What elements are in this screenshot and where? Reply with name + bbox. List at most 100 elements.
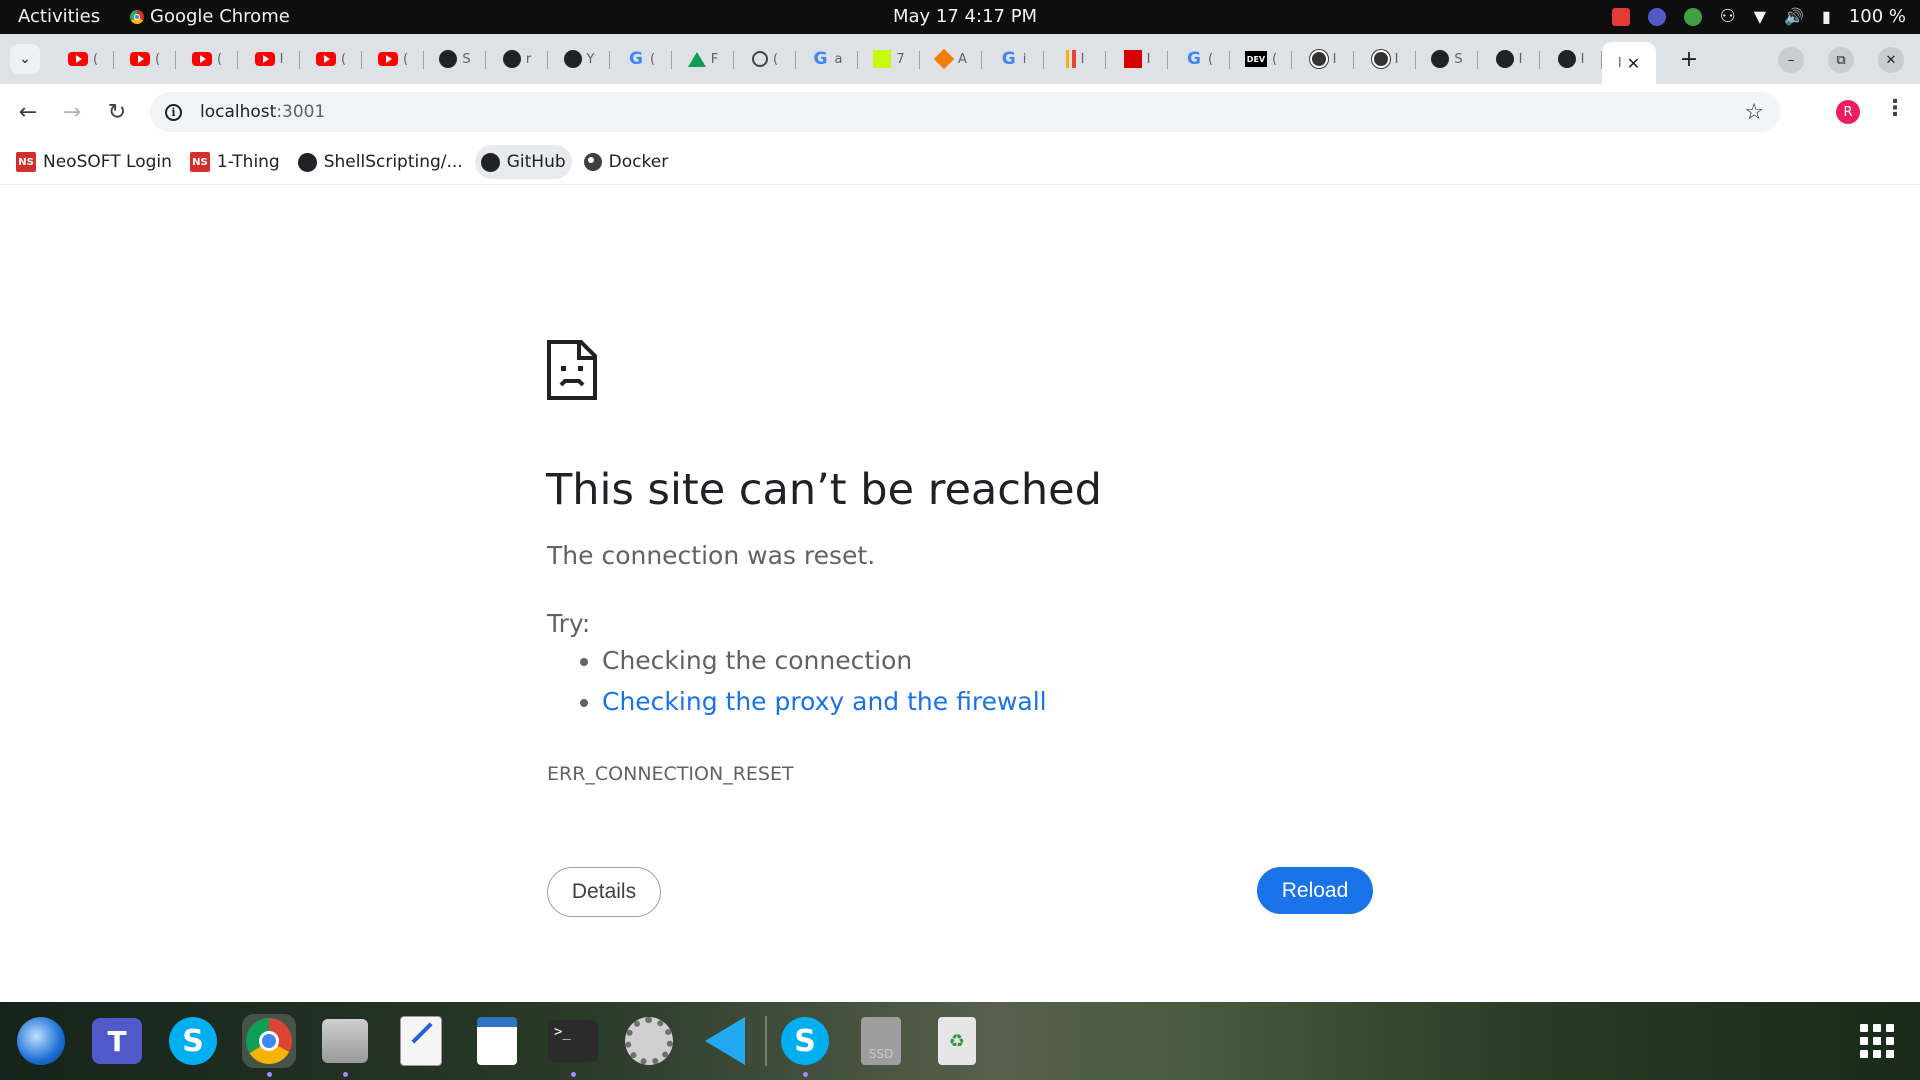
dev-icon: DEV [1244, 51, 1267, 67]
tab-title: I [1080, 51, 1085, 67]
tab[interactable]: A [920, 42, 982, 76]
tab[interactable]: ( [300, 42, 362, 76]
dock-text-editor[interactable] [394, 1014, 448, 1068]
chrome-icon [246, 1018, 292, 1064]
tab-title: ( [402, 51, 409, 67]
show-apps-grid-icon[interactable] [1860, 1024, 1894, 1058]
close-window-button[interactable]: ✕ [1878, 47, 1904, 73]
bookmark-star-icon[interactable]: ☆ [1744, 100, 1764, 125]
tab[interactable]: I [1478, 42, 1540, 76]
dock-writer[interactable] [470, 1014, 524, 1068]
app-name: Google Chrome [150, 6, 290, 27]
bookmark-1-thing[interactable]: NS 1-Thing [184, 145, 286, 179]
settings-gear-icon [625, 1017, 673, 1065]
minimize-button[interactable]: – [1778, 47, 1804, 73]
google-icon: G [813, 49, 828, 69]
dock-thunderbird[interactable] [14, 1014, 68, 1068]
writer-icon [477, 1017, 517, 1065]
tab-title: r [525, 51, 532, 67]
bookmark-shellscripting[interactable]: ShellScripting/... [292, 145, 469, 179]
restore-button[interactable]: ⧉ [1828, 47, 1854, 73]
tab[interactable]: Ga [796, 42, 858, 76]
dock-ssd-drive[interactable]: SSD [854, 1014, 908, 1068]
battery-icon[interactable]: ▮ [1822, 0, 1831, 34]
trash-icon: ♻ [938, 1017, 976, 1065]
dock-chrome[interactable] [242, 1014, 296, 1077]
url-port: :3001 [276, 102, 326, 122]
dock-vscode[interactable] [698, 1014, 752, 1068]
drive-icon: SSD [861, 1017, 901, 1065]
system-tray[interactable]: ⚇ ▼ 🔊 ▮ 100 % [1611, 0, 1906, 34]
bookmark-neosoft-login[interactable]: NS NeoSOFT Login [10, 145, 178, 179]
dock-skype-running[interactable]: S [778, 1014, 832, 1077]
github-icon [1431, 50, 1450, 68]
tab[interactable]: I [1354, 42, 1416, 76]
tab[interactable]: ( [176, 42, 238, 76]
tab[interactable]: Y [548, 42, 610, 76]
address-bar[interactable]: i localhost:3001 ☆ [150, 92, 1780, 132]
restore-icon: ⧉ [1836, 52, 1846, 68]
dock-skype[interactable]: S [166, 1014, 220, 1068]
dock-terminal[interactable]: >_ [546, 1014, 600, 1077]
tab-active[interactable]: I ✕ [1602, 42, 1656, 84]
menu-kebab-icon[interactable]: ⋮ [1884, 96, 1906, 121]
details-button[interactable]: Details [547, 867, 661, 917]
arrow-left-icon: ← [18, 99, 38, 125]
volume-icon[interactable]: 🔊 [1784, 0, 1804, 34]
url-host: localhost [200, 102, 277, 122]
teams-tray-icon[interactable] [1647, 8, 1666, 26]
wifi-icon[interactable]: ▼ [1754, 0, 1766, 34]
tab[interactable]: DEV( [1230, 42, 1292, 76]
forward-button[interactable]: → [56, 96, 88, 128]
tab-title: I [1580, 51, 1585, 67]
back-button[interactable]: ← [12, 96, 44, 128]
dock-settings[interactable] [622, 1014, 676, 1068]
tab[interactable]: r [486, 42, 548, 76]
tab[interactable]: ( [52, 42, 114, 76]
close-tab-icon[interactable]: ✕ [1627, 54, 1640, 73]
bookmark-github[interactable]: GitHub [474, 145, 572, 179]
dock-teams[interactable]: T [90, 1014, 144, 1068]
reload-button[interactable]: Reload [1257, 867, 1373, 914]
tab[interactable]: S [424, 42, 486, 76]
browser-toolbar: ← → ↻ i localhost:3001 ☆ R ⋮ [0, 84, 1920, 140]
anydesk-tray-icon[interactable] [1611, 8, 1630, 26]
system-top-bar: Activities Google Chrome May 17 4:17 PM … [0, 0, 1920, 34]
tab[interactable]: G( [610, 42, 672, 76]
profile-avatar[interactable]: R [1836, 100, 1860, 124]
clock[interactable]: May 17 4:17 PM [893, 0, 1037, 34]
tab[interactable]: I [1540, 42, 1602, 76]
tab[interactable]: Gi [982, 42, 1044, 76]
text-editor-icon [400, 1016, 442, 1066]
skype-icon: S [781, 1017, 829, 1065]
app-menu[interactable]: Google Chrome [130, 0, 290, 34]
tab-title: I [1518, 51, 1523, 67]
error-title: This site can’t be reached [546, 465, 1102, 515]
tab[interactable]: I [238, 42, 300, 76]
tab-search-button[interactable]: ⌄ [10, 44, 40, 74]
google-icon: G [1001, 49, 1016, 69]
bookmark-docker[interactable]: Docker [578, 145, 675, 179]
tab[interactable]: ( [362, 42, 424, 76]
reload-toolbar-button[interactable]: ↻ [101, 96, 133, 128]
proxy-firewall-link[interactable]: Checking the proxy and the firewall [602, 687, 1047, 716]
dock-trash[interactable]: ♻ [930, 1014, 984, 1068]
dock-files[interactable] [318, 1014, 372, 1077]
tab[interactable]: F [672, 42, 734, 76]
shield-tray-icon[interactable] [1683, 8, 1702, 26]
new-tab-button[interactable]: + [1672, 42, 1706, 76]
activities-button[interactable]: Activities [18, 0, 100, 34]
tab[interactable]: I [1044, 42, 1106, 76]
tab[interactable]: S [1416, 42, 1478, 76]
tab[interactable]: I [1292, 42, 1354, 76]
tab-strip: ⌄ (((I((Sr Y G(F(Ga 7 A Gi I I G(DEV(I I S I I I ✕ + –… [0, 34, 1920, 84]
tab[interactable]: I [1106, 42, 1168, 76]
tab[interactable]: ( [114, 42, 176, 76]
tab[interactable]: ( [734, 42, 796, 76]
tab[interactable]: G( [1168, 42, 1230, 76]
google-icon: G [1186, 49, 1201, 69]
tab[interactable]: 7 [858, 42, 920, 76]
youtube-icon [67, 52, 88, 66]
site-info-icon[interactable]: i [165, 103, 182, 121]
accessibility-icon[interactable]: ⚇ [1720, 0, 1736, 34]
